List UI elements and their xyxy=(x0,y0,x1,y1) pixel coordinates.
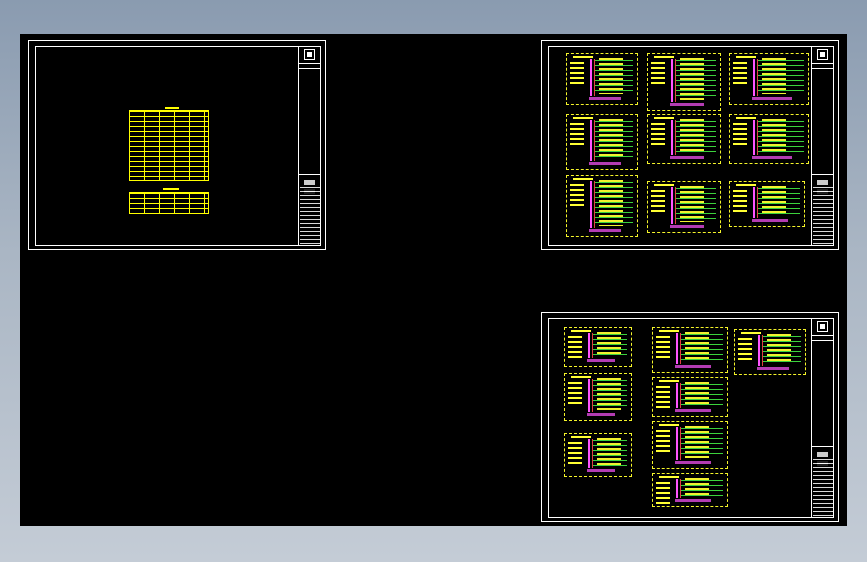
schematic-block xyxy=(566,53,638,105)
schematic-block xyxy=(647,53,721,111)
logo-icon xyxy=(817,49,828,60)
schematic-block xyxy=(734,329,806,375)
schematic-block xyxy=(652,473,728,507)
schematic-block xyxy=(652,377,728,417)
schematic-block xyxy=(564,327,632,367)
title-block-table xyxy=(813,459,833,517)
schematic-block xyxy=(729,114,809,164)
summary-table xyxy=(129,192,209,214)
equipment-table xyxy=(129,110,209,181)
schematic-block xyxy=(647,114,721,164)
title-block xyxy=(811,318,834,518)
title-block xyxy=(811,46,834,246)
schematic-block xyxy=(729,53,809,105)
drawing-sheet-3[interactable] xyxy=(541,312,839,522)
schematic-block xyxy=(566,114,638,170)
schematic-block xyxy=(564,373,632,421)
logo-icon xyxy=(304,49,315,60)
schematic-block xyxy=(652,421,728,469)
logo-icon xyxy=(817,321,828,332)
schematic-block xyxy=(647,181,721,233)
drawing-viewport[interactable] xyxy=(20,34,847,526)
schematic-block xyxy=(652,327,728,373)
drawing-sheet-2[interactable] xyxy=(541,40,839,250)
schematic-block xyxy=(564,433,632,477)
schematic-block xyxy=(729,181,805,227)
title-block xyxy=(298,46,321,246)
title-block-table xyxy=(813,187,833,245)
table-title xyxy=(165,107,179,109)
schematic-block xyxy=(566,175,638,237)
table-title xyxy=(163,188,179,190)
title-block-table xyxy=(300,187,320,245)
drawing-sheet-1[interactable] xyxy=(28,40,326,250)
